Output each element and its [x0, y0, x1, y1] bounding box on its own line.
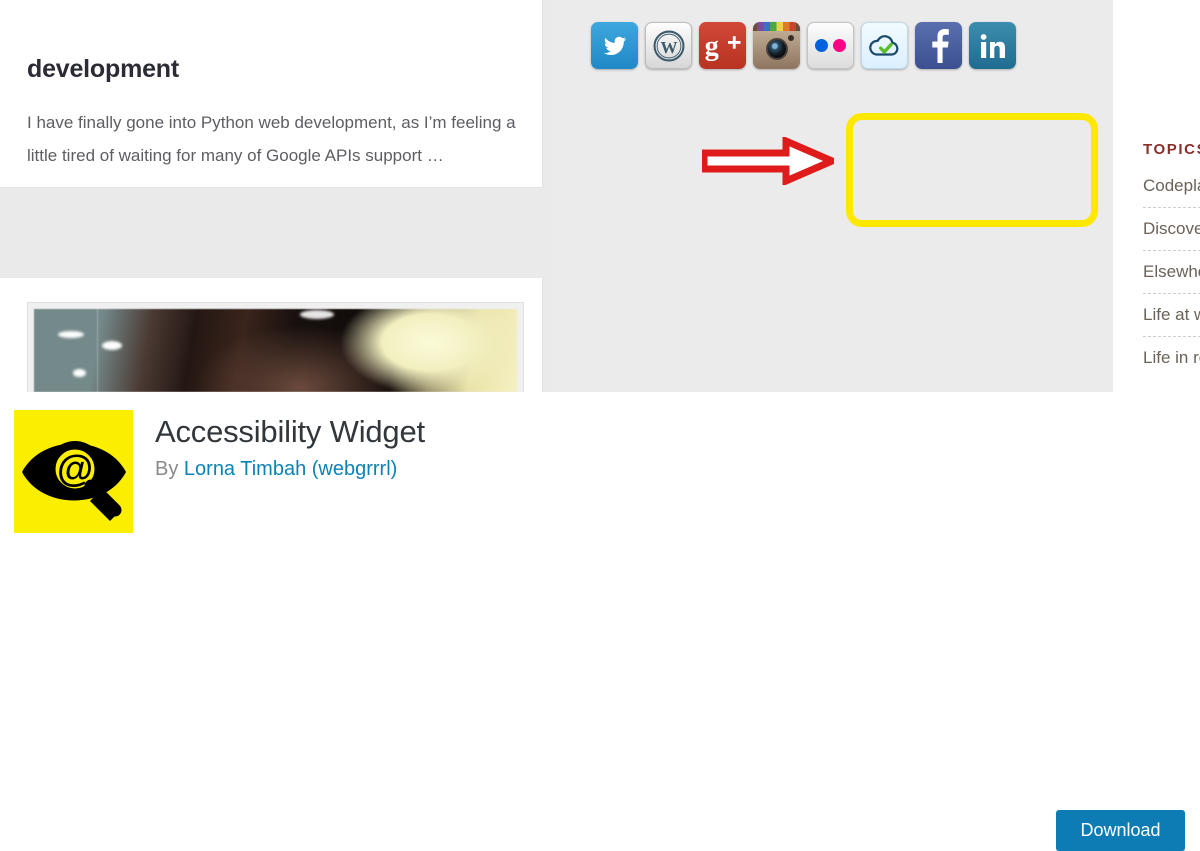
- photo-highlight: [101, 340, 122, 350]
- download-button[interactable]: Download: [1056, 810, 1185, 851]
- svg-text:W: W: [660, 37, 677, 56]
- topic-item[interactable]: Life in reality (102): [1143, 337, 1200, 379]
- topic-item[interactable]: Life at work (14): [1143, 294, 1200, 337]
- plugin-title: Accessibility Widget: [155, 414, 425, 449]
- photo-highlight: [72, 368, 86, 377]
- flickr-dots: [815, 39, 846, 52]
- svg-text:g: g: [704, 31, 718, 62]
- photo-glass-line: [96, 309, 98, 392]
- post-thumbnail-image: [34, 309, 517, 392]
- blog-sidebar: W g TOPIC Codepl Discove Elsewh Life at …: [553, 0, 1200, 392]
- topic-label: Codeplay: [1143, 176, 1200, 195]
- plugin-screenshot-preview: development I have finally gone into Pyt…: [0, 0, 1200, 392]
- cloud-check-icon[interactable]: [861, 22, 908, 69]
- blog-content-column: development I have finally gone into Pyt…: [0, 0, 553, 392]
- instagram-lens: [765, 38, 788, 60]
- topic-item[interactable]: Discovering WordPress (91): [1143, 208, 1200, 251]
- topic-label: Elsewhere: [1143, 262, 1200, 281]
- topic-item[interactable]: Elsewhere (21): [1143, 251, 1200, 294]
- twitter-icon[interactable]: [591, 22, 638, 69]
- topics-list: Codeplay (5) Discovering WordPress (91) …: [1143, 170, 1200, 379]
- post-title: development: [27, 55, 179, 83]
- social-icons-row: W g: [591, 22, 1016, 69]
- topics-heading: TOPICS: [1143, 141, 1200, 158]
- post-thumbnail-frame: [27, 302, 524, 392]
- photo-highlight: [299, 309, 334, 319]
- instagram-icon[interactable]: [753, 22, 800, 69]
- topic-label: Discovering WordPress: [1143, 219, 1200, 238]
- instagram-viewfinder-dot: [788, 35, 794, 41]
- flickr-icon[interactable]: [807, 22, 854, 69]
- topic-label: Life in reality: [1143, 348, 1200, 367]
- photo-highlight: [58, 330, 85, 338]
- plugin-author-link[interactable]: Lorna Timbah (webgrrrl): [184, 458, 397, 480]
- accessibility-eye-logo: @: [14, 410, 133, 533]
- plugin-byline: By Lorna Timbah (webgrrrl): [155, 458, 397, 481]
- topic-item[interactable]: Codeplay (5): [1143, 170, 1200, 208]
- instagram-color-strip: [753, 22, 800, 31]
- post-excerpt: I have finally gone into Python web deve…: [27, 113, 516, 165]
- wordpress-icon[interactable]: W: [645, 22, 692, 69]
- google-plus-icon[interactable]: g: [699, 22, 746, 69]
- linkedin-icon[interactable]: [969, 22, 1016, 69]
- red-arrow-annotation: [702, 137, 834, 185]
- by-label: By: [155, 458, 179, 480]
- plugin-header-bar: @ Accessibility Widget By Lorna Timbah (…: [0, 392, 1200, 851]
- facebook-icon[interactable]: [915, 22, 962, 69]
- topic-label: Life at work: [1143, 305, 1200, 324]
